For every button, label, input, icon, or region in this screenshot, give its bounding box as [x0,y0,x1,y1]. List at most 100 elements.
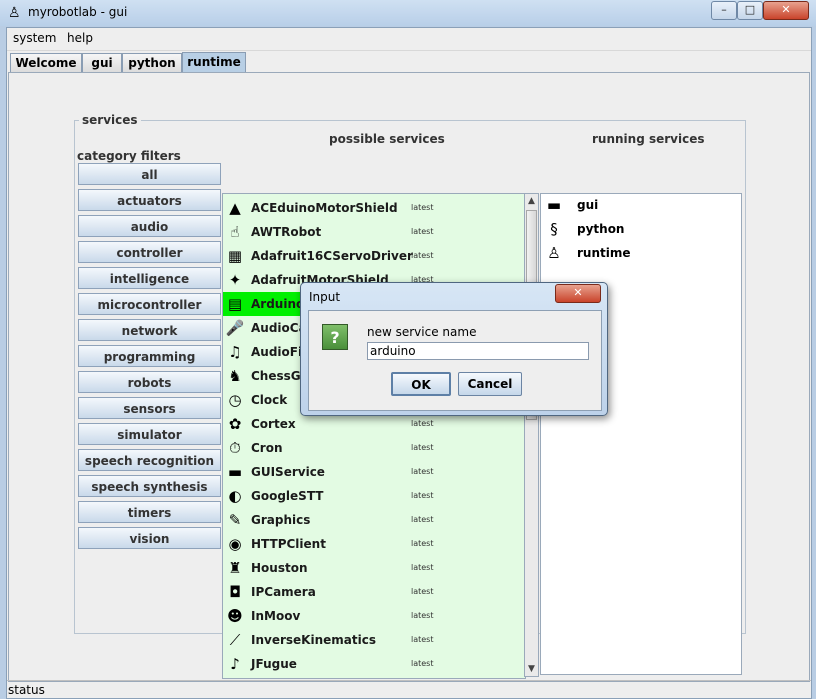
category-filter-button[interactable]: simulator [78,423,221,445]
star-icon: ✦ [228,271,242,289]
service-name: Arduino [251,297,305,311]
possible-service-row[interactable]: ☻ InMoov latest [223,604,525,628]
servo-board-icon: ▦ [227,247,243,265]
possible-service-row[interactable]: ♪ JFugue latest [223,652,525,676]
service-name: Graphics [251,513,311,527]
possible-service-row[interactable]: ▲ ACEduinoMotorShield latest [223,196,525,220]
category-filter-button[interactable]: timers [78,501,221,523]
arm-icon: ⟋ [229,631,241,649]
robot-icon: ♜ [228,559,242,577]
possible-services-title: possible services [329,132,445,146]
chess-icon: ♞ [228,367,242,385]
status-bar: status [7,680,811,699]
running-service-name: gui [577,198,599,212]
running-service-name: python [577,222,625,236]
category-filter-button[interactable]: all [78,163,221,185]
tab-gui[interactable]: gui [82,53,122,72]
service-name: InverseKinematics [251,633,376,647]
gui-icon: ▬ [546,196,562,214]
scroll-down-arrow-icon[interactable]: ▼ [525,662,538,676]
category-filter-button[interactable]: audio [78,215,221,237]
category-filter-button[interactable]: microcontroller [78,293,221,315]
brain-icon: ✿ [228,415,242,433]
window-titlebar: ♙ myrobotlab - gui – □ ✕ [0,0,816,26]
service-version: latest [411,515,434,524]
service-version: latest [411,443,434,452]
clock-icon: ◷ [228,391,242,409]
menu-system[interactable]: system [13,31,56,45]
category-filter-button[interactable]: sensors [78,397,221,419]
possible-service-row[interactable]: ☝ AWTRobot latest [223,220,525,244]
possible-services-scrollbar[interactable]: ▲ ▼ [524,193,539,677]
possible-service-row[interactable]: ✎ Graphics latest [223,508,525,532]
possible-service-row[interactable]: ▦ Adafruit16CServoDriver latest [223,244,525,268]
category-filter-button[interactable]: robots [78,371,221,393]
menu-help[interactable]: help [67,31,93,45]
service-name: ACEduinoMotorShield [251,201,398,215]
status-text: status [8,683,45,697]
microphone-icon: 🎤 [225,319,245,337]
tab-strip: Welcome gui python runtime [7,52,811,74]
possible-service-row[interactable]: ♜ Houston latest [223,556,525,580]
category-filter-button[interactable]: actuators [78,189,221,211]
face-icon: ☻ [227,607,243,625]
music-note-icon: ♪ [230,655,240,673]
category-filters-title: category filters [77,149,181,163]
service-name: IPCamera [251,585,316,599]
possible-service-row[interactable]: ◉ HTTPClient latest [223,532,525,556]
running-service-row[interactable]: ▬ gui [541,194,741,218]
service-version: latest [411,587,434,596]
category-filter-button[interactable]: intelligence [78,267,221,289]
category-filter-button[interactable]: speech synthesis [78,475,221,497]
input-dialog: Input ✕ ? new service name OK Cancel [300,282,608,416]
ok-button[interactable]: OK [391,372,451,396]
category-filter-button[interactable]: controller [78,241,221,263]
service-name: JFugue [251,657,297,671]
service-name: GoogleSTT [251,489,324,503]
service-version: latest [411,611,434,620]
scroll-up-arrow-icon[interactable]: ▲ [525,194,538,208]
python-icon: § [550,220,558,238]
services-group-label: services [79,113,141,127]
stopwatch-icon: ⏱ [229,439,241,457]
service-name: InMoov [251,609,301,623]
service-version: latest [411,203,434,212]
maximize-button[interactable]: □ [737,1,763,20]
category-filter-button[interactable]: programming [78,345,221,367]
minimize-button[interactable]: – [711,1,737,20]
possible-service-row[interactable]: ◘ IPCamera latest [223,580,525,604]
tab-python[interactable]: python [122,53,182,72]
running-service-row[interactable]: § python [541,218,741,242]
service-version: latest [411,251,434,260]
running-service-name: runtime [577,246,631,260]
graphics-icon: ✎ [228,511,242,529]
service-name: Adafruit16CServoDriver [251,249,413,263]
category-filter-button[interactable]: speech recognition [78,449,221,471]
tab-runtime[interactable]: runtime [182,52,246,73]
service-name: AWTRobot [251,225,322,239]
service-version: latest [411,539,434,548]
category-filter-button[interactable]: network [78,319,221,341]
aceduino-icon: ▲ [229,199,241,217]
hand-cursor-icon: ☝ [230,223,240,241]
possible-service-row[interactable]: ▬ GUIService latest [223,460,525,484]
service-name: Cortex [251,417,296,431]
ear-icon: ◐ [228,487,242,505]
service-name: HTTPClient [251,537,326,551]
running-service-row[interactable]: ♙ runtime [541,242,741,266]
dialog-close-button[interactable]: ✕ [555,284,601,303]
question-icon: ? [322,324,348,350]
service-version: latest [411,635,434,644]
possible-service-row[interactable]: ⏱ Cron latest [223,436,525,460]
gui-icon: ▬ [227,463,243,481]
possible-services-list[interactable]: ▲ ACEduinoMotorShield latest ☝ AWTRobot lates… [222,193,526,679]
possible-service-row[interactable]: ⟋ InverseKinematics latest [223,628,525,652]
close-button[interactable]: ✕ [763,1,809,20]
service-name-input[interactable] [367,342,589,360]
category-filter-button[interactable]: vision [78,527,221,549]
dialog-body: ? new service name OK Cancel [308,310,602,411]
possible-service-row[interactable]: ◐ GoogleSTT latest [223,484,525,508]
running-services-list[interactable]: ▬ gui § python ♙ runtime [540,193,742,675]
tab-welcome[interactable]: Welcome [10,53,82,72]
cancel-button[interactable]: Cancel [458,372,522,396]
